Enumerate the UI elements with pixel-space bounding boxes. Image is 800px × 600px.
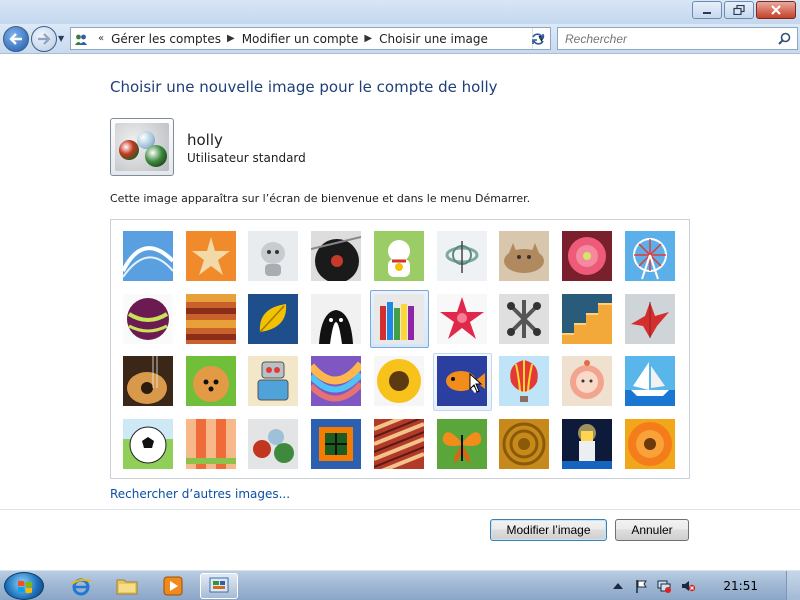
chevron-left-double-icon[interactable]: «: [92, 33, 111, 44]
back-arrow-icon: [9, 33, 22, 45]
close-icon: [771, 5, 781, 15]
forward-arrow-icon: [38, 33, 51, 45]
media-player-icon: [163, 576, 183, 596]
picture-tile-sailboat[interactable]: [624, 356, 675, 407]
refresh-icon: [532, 32, 544, 45]
user-accounts-icon: [75, 34, 87, 45]
picture-tile-dog[interactable]: [311, 293, 362, 344]
picture-tile-hot-air-balloon[interactable]: [499, 356, 550, 407]
start-button[interactable]: [4, 572, 44, 600]
maximize-button[interactable]: [724, 1, 754, 19]
refresh-button[interactable]: [526, 28, 550, 49]
picture-tile-kitten[interactable]: [499, 231, 550, 281]
forward-button[interactable]: [31, 26, 57, 52]
marble-icon: [119, 140, 139, 160]
picture-tile-sunflower-center[interactable]: [499, 419, 550, 470]
picture-tile-hammock[interactable]: [311, 356, 362, 407]
address-bar[interactable]: « Gérer les comptes ▶ Modifier un compte…: [70, 27, 551, 50]
taskbar-internet-explorer[interactable]: [62, 573, 100, 599]
taskbar-media-player[interactable]: [154, 573, 192, 599]
picture-tile-window[interactable]: [311, 419, 362, 470]
search-icon[interactable]: [778, 32, 791, 45]
chevron-right-icon[interactable]: ▶: [221, 33, 242, 44]
minimize-button[interactable]: [692, 1, 722, 19]
folder-icon: [116, 579, 138, 595]
picture-description: Cette image apparaîtra sur l’écran de bi…: [110, 192, 531, 205]
windows-logo-icon: [18, 580, 32, 594]
search-input[interactable]: [558, 31, 768, 46]
picture-tile-roller-coaster[interactable]: [123, 231, 173, 281]
picture-tile-toy-robot[interactable]: [248, 356, 299, 407]
picture-tile-red-star[interactable]: [436, 293, 487, 344]
change-picture-button[interactable]: Modifier l’image: [490, 519, 607, 541]
page-title: Choisir une nouvelle image pour le compt…: [110, 78, 498, 96]
control-panel-icon: [209, 577, 229, 593]
breadcrumb-item-manage-accounts[interactable]: Gérer les comptes: [111, 32, 221, 46]
user-account-type: Utilisateur standard: [187, 151, 306, 165]
network-icon[interactable]: [657, 579, 671, 593]
cancel-button[interactable]: Annuler: [615, 519, 689, 541]
picture-tile-marbles[interactable]: [248, 419, 299, 470]
close-button[interactable]: [756, 1, 796, 19]
internet-explorer-icon: [71, 578, 92, 596]
picture-tile-crayons[interactable]: [373, 293, 424, 344]
breadcrumb-item-choose-image[interactable]: Choisir une image: [379, 32, 488, 46]
picture-tile-starfish[interactable]: [185, 231, 236, 281]
marbles-picture: [115, 123, 169, 171]
picture-tile-fabric[interactable]: [185, 293, 236, 344]
taskbar-windows-explorer[interactable]: [108, 573, 146, 599]
search-box[interactable]: [557, 27, 798, 50]
picture-tile-lighthouse[interactable]: [561, 419, 612, 470]
show-hidden-icons-icon[interactable]: [611, 579, 625, 593]
picture-tile-lucky-cat[interactable]: [373, 231, 424, 281]
picture-tile-textile[interactable]: [185, 419, 236, 470]
picture-tile-stairs[interactable]: [561, 293, 612, 344]
picture-tile-rug[interactable]: [373, 419, 424, 470]
clock[interactable]: 21:51: [723, 579, 758, 593]
marble-icon: [145, 145, 167, 167]
browse-more-pictures-link[interactable]: Rechercher d’autres images...: [110, 487, 290, 501]
picture-tile-gyroscope[interactable]: [436, 231, 487, 281]
restore-icon: [733, 5, 745, 15]
picture-tile-jacks[interactable]: [499, 293, 550, 344]
picture-tile-leaf[interactable]: [248, 293, 299, 344]
picture-tile-ball[interactable]: [123, 293, 173, 344]
picture-tile-butterfly[interactable]: [436, 419, 487, 470]
window-title-bar: [0, 0, 800, 24]
breadcrumb-item-modify-account[interactable]: Modifier un compte: [242, 32, 359, 46]
taskbar: 21:51: [0, 570, 800, 600]
user-name: holly: [187, 131, 223, 149]
taskbar-control-panel[interactable]: [200, 573, 238, 599]
picture-tile-pomeranian[interactable]: [185, 356, 236, 407]
recent-pages-dropdown[interactable]: ▼: [58, 34, 64, 43]
picture-tile-sunflower[interactable]: [373, 356, 424, 407]
back-button[interactable]: [3, 26, 29, 52]
picture-tile-gerbera[interactable]: [624, 419, 675, 470]
chevron-right-icon[interactable]: ▶: [358, 33, 379, 44]
picture-tile-soccer-ball[interactable]: [123, 419, 173, 470]
mouse-pointer-icon: [469, 372, 483, 396]
divider: [0, 509, 800, 510]
picture-tile-doll[interactable]: [561, 356, 612, 407]
picture-tile-robot-dog[interactable]: [248, 231, 299, 281]
action-center-flag-icon[interactable]: [634, 579, 648, 593]
picture-tile-guitar[interactable]: [123, 356, 173, 407]
picture-tile-origami-crane[interactable]: [624, 293, 675, 344]
picture-tile-vinyl-record[interactable]: [311, 231, 362, 281]
volume-muted-icon[interactable]: [681, 579, 695, 593]
picture-grid: [110, 219, 690, 479]
picture-tile-pink-flower[interactable]: [561, 231, 612, 281]
navigation-bar: ▼ « Gérer les comptes ▶ Modifier un comp…: [0, 24, 800, 54]
caption-buttons: [690, 1, 796, 19]
current-user-picture: [110, 118, 174, 176]
content-pane: Choisir une nouvelle image pour le compt…: [0, 55, 800, 570]
minimize-icon: [703, 12, 711, 14]
picture-tile-ferris-wheel[interactable]: [624, 231, 675, 281]
show-desktop-button[interactable]: [786, 571, 800, 600]
